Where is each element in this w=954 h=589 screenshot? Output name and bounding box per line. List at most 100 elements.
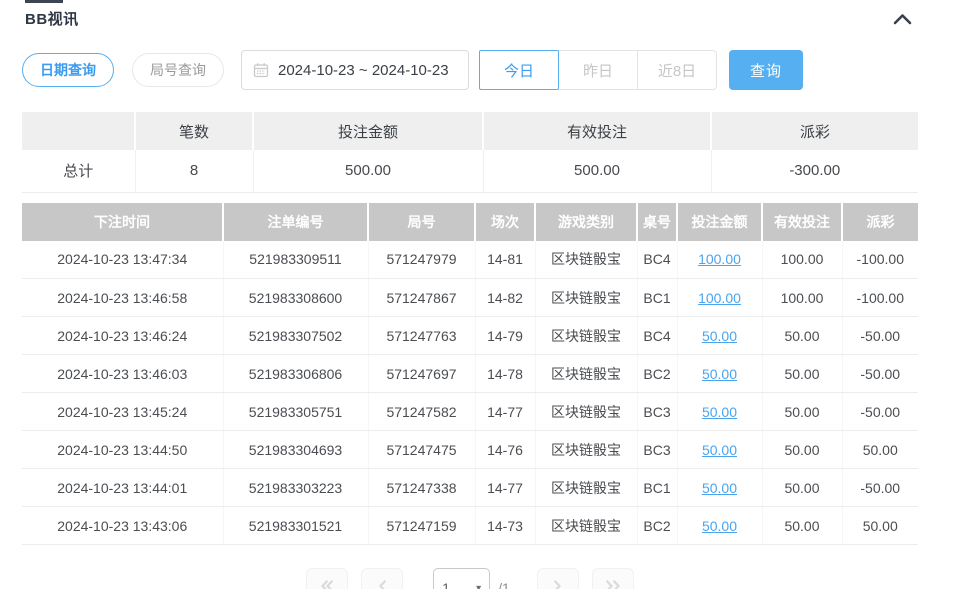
first-page-button[interactable]	[306, 568, 348, 589]
cell-bet-amount: 50.00	[677, 317, 762, 355]
records-body: 2024-10-23 13:47:34 521983309511 5712479…	[22, 241, 918, 545]
cell-valid-bet: 50.00	[762, 469, 842, 507]
total-pages-label: /1	[498, 568, 510, 589]
cell-bet-amount: 50.00	[677, 393, 762, 431]
cell-bet-time: 2024-10-23 13:46:24	[22, 317, 223, 355]
cell-table-no: BC4	[637, 317, 677, 355]
quick-last8days-button[interactable]: 近8日	[637, 50, 717, 90]
cell-table-no: BC2	[637, 355, 677, 393]
filter-row: 日期查询 局号查询 2024-10-23 ~ 2024-10-23 今日 昨日	[22, 50, 918, 90]
cell-bet-amount: 50.00	[677, 431, 762, 469]
table-row: 2024-10-23 13:43:06 521983301521 5712471…	[22, 507, 918, 545]
cell-table-no: BC2	[637, 507, 677, 545]
cell-table-no: BC3	[637, 431, 677, 469]
cell-bet-time: 2024-10-23 13:43:06	[22, 507, 223, 545]
cell-session: 14-81	[475, 241, 535, 279]
cell-order-no: 521983304693	[223, 431, 368, 469]
summary-total-valid-bet: 500.00	[483, 150, 711, 192]
cell-valid-bet: 50.00	[762, 431, 842, 469]
next-page-button[interactable]	[537, 568, 579, 589]
table-row: 2024-10-23 13:46:58 521983308600 5712478…	[22, 279, 918, 317]
cell-payout: -50.00	[842, 317, 918, 355]
summary-total-count: 8	[135, 150, 253, 192]
cell-valid-bet: 50.00	[762, 507, 842, 545]
cell-round-no: 571247867	[368, 279, 475, 317]
date-range-value: 2024-10-23 ~ 2024-10-23	[278, 62, 449, 79]
table-row: 2024-10-23 13:45:24 521983305751 5712475…	[22, 393, 918, 431]
cell-table-no: BC3	[637, 393, 677, 431]
table-row: 2024-10-23 13:46:24 521983307502 5712477…	[22, 317, 918, 355]
cell-order-no: 521983303223	[223, 469, 368, 507]
table-row: 2024-10-23 13:47:34 521983309511 5712479…	[22, 241, 918, 279]
cell-valid-bet: 100.00	[762, 279, 842, 317]
summary-header-row: 笔数 投注金额 有效投注 派彩	[22, 112, 918, 150]
cell-payout: 50.00	[842, 507, 918, 545]
summary-total-label: 总计	[22, 150, 135, 192]
header-order-no: 注单编号	[223, 203, 368, 241]
cell-table-no: BC4	[637, 241, 677, 279]
bet-amount-link[interactable]: 50.00	[702, 518, 737, 534]
bet-amount-link[interactable]: 50.00	[702, 480, 737, 496]
bet-amount-link[interactable]: 50.00	[702, 328, 737, 344]
cell-game-type: 区块链骰宝	[535, 507, 637, 545]
summary-header-bet-amount: 投注金额	[253, 112, 483, 150]
cell-session: 14-76	[475, 431, 535, 469]
page-select[interactable]: 1 ▾	[433, 568, 490, 589]
collapse-button[interactable]	[891, 11, 914, 27]
chevron-up-icon	[893, 13, 912, 28]
table-row: 2024-10-23 13:46:03 521983306806 5712476…	[22, 355, 918, 393]
cell-bet-time: 2024-10-23 13:46:03	[22, 355, 223, 393]
cell-round-no: 571247338	[368, 469, 475, 507]
header-payout: 派彩	[842, 203, 918, 241]
quick-range-group: 今日 昨日 近8日	[479, 50, 717, 90]
cell-bet-time: 2024-10-23 13:46:58	[22, 279, 223, 317]
cell-game-type: 区块链骰宝	[535, 469, 637, 507]
cell-round-no: 571247159	[368, 507, 475, 545]
chevron-down-icon: ▾	[476, 583, 481, 589]
double-chevron-left-icon	[319, 579, 335, 589]
cell-session: 14-79	[475, 317, 535, 355]
cell-game-type: 区块链骰宝	[535, 317, 637, 355]
cell-game-type: 区块链骰宝	[535, 241, 637, 279]
cell-round-no: 571247475	[368, 431, 475, 469]
last-page-button[interactable]	[592, 568, 634, 589]
bet-amount-link[interactable]: 100.00	[698, 251, 741, 267]
cell-session: 14-73	[475, 507, 535, 545]
bet-amount-link[interactable]: 50.00	[702, 442, 737, 458]
cell-game-type: 区块链骰宝	[535, 431, 637, 469]
calendar-icon	[253, 62, 269, 78]
cell-session: 14-82	[475, 279, 535, 317]
cell-table-no: BC1	[637, 279, 677, 317]
page-select-value: 1	[442, 580, 450, 589]
records-table: 下注时间 注单编号 局号 场次 游戏类别 桌号 投注金额 有效投注 派彩 202…	[22, 203, 918, 546]
date-range-input[interactable]: 2024-10-23 ~ 2024-10-23	[241, 50, 469, 90]
records-header-row: 下注时间 注单编号 局号 场次 游戏类别 桌号 投注金额 有效投注 派彩	[22, 203, 918, 241]
cell-game-type: 区块链骰宝	[535, 279, 637, 317]
bet-amount-link[interactable]: 100.00	[698, 290, 741, 306]
cell-payout: 50.00	[842, 431, 918, 469]
cell-valid-bet: 50.00	[762, 393, 842, 431]
cell-bet-amount: 50.00	[677, 469, 762, 507]
panel-title: BB视讯	[25, 8, 79, 29]
date-query-tab[interactable]: 日期查询	[22, 53, 114, 87]
header-game-type: 游戏类别	[535, 203, 637, 241]
summary-header-blank	[22, 112, 135, 150]
cell-table-no: BC1	[637, 469, 677, 507]
header-bet-time: 下注时间	[22, 203, 223, 241]
cell-round-no: 571247763	[368, 317, 475, 355]
bet-amount-link[interactable]: 50.00	[702, 366, 737, 382]
bet-amount-link[interactable]: 50.00	[702, 404, 737, 420]
prev-page-button[interactable]	[361, 568, 403, 589]
cell-bet-time: 2024-10-23 13:47:34	[22, 241, 223, 279]
cell-valid-bet: 50.00	[762, 317, 842, 355]
quick-today-button[interactable]: 今日	[479, 50, 559, 90]
cell-round-no: 571247979	[368, 241, 475, 279]
cell-bet-amount: 100.00	[677, 279, 762, 317]
summary-header-valid-bet: 有效投注	[483, 112, 711, 150]
round-query-tab[interactable]: 局号查询	[132, 53, 224, 87]
quick-yesterday-button[interactable]: 昨日	[558, 50, 638, 90]
cell-valid-bet: 100.00	[762, 241, 842, 279]
double-chevron-right-icon	[605, 579, 621, 589]
cell-valid-bet: 50.00	[762, 355, 842, 393]
search-button[interactable]: 查询	[729, 50, 803, 90]
